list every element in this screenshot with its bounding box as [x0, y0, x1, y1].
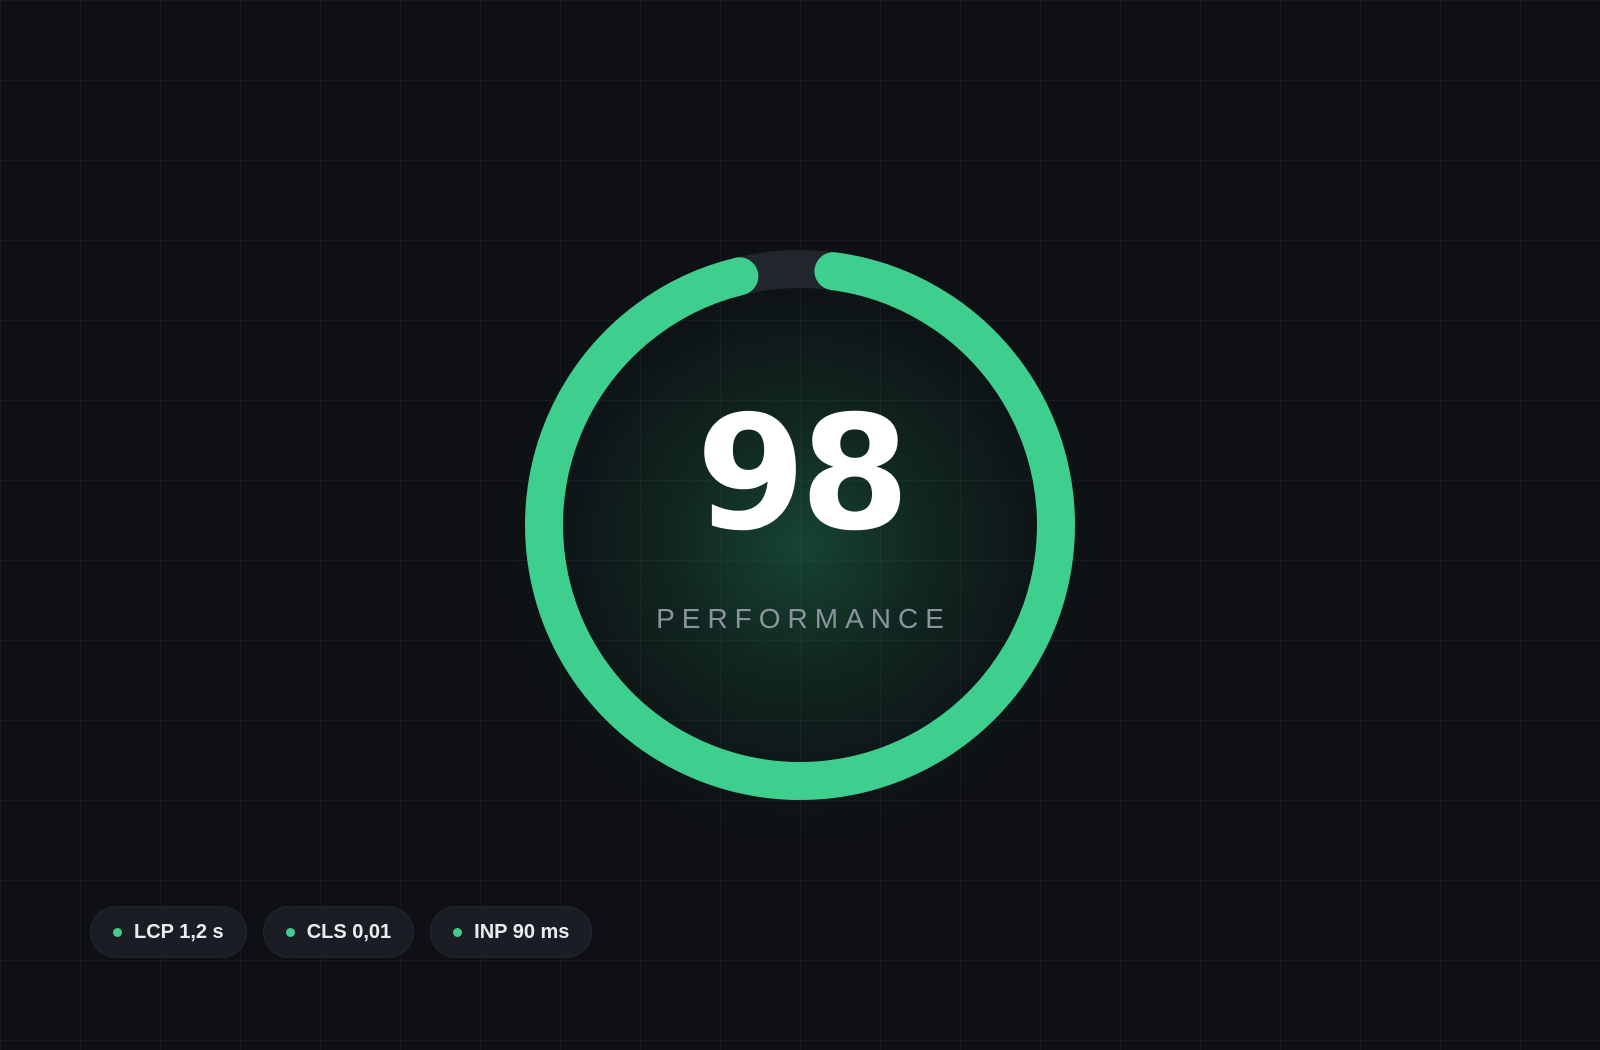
- status-dot-icon: [113, 927, 122, 937]
- status-dot-icon: [285, 927, 295, 937]
- metric-chips: LCP 1,2 s CLS 0,01 INP 90 ms: [90, 906, 593, 958]
- metric-chip-lcp: LCP 1,2 s: [90, 906, 247, 958]
- metric-chip-label: INP 90 ms: [474, 920, 570, 943]
- performance-dashboard: 98 PERFORMANCE LCP 1,2 s CLS 0,01 INP 90…: [0, 0, 1600, 1050]
- status-dot-icon: [453, 927, 463, 937]
- performance-score: 98: [696, 382, 910, 566]
- metric-chip-cls: CLS 0,01: [262, 906, 415, 958]
- performance-label: PERFORMANCE: [656, 603, 951, 634]
- metric-chip-label: CLS 0,01: [306, 920, 392, 943]
- metric-chip-inp: INP 90 ms: [430, 906, 593, 958]
- metric-chip-label: LCP 1,2 s: [134, 920, 224, 943]
